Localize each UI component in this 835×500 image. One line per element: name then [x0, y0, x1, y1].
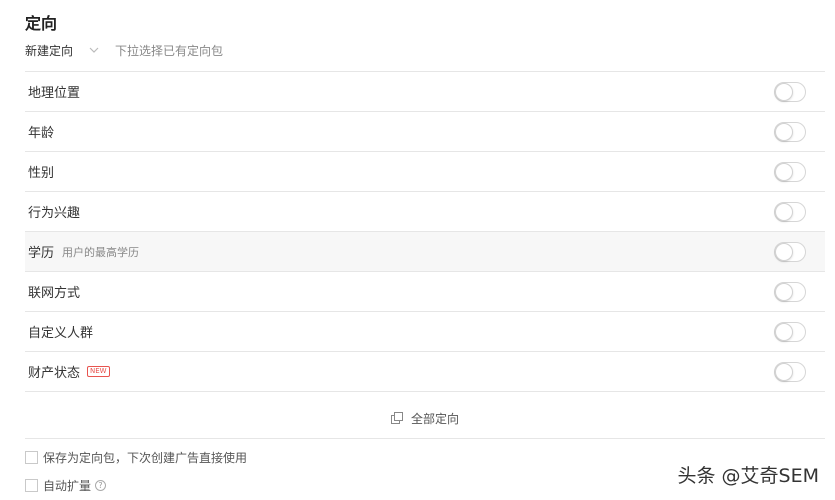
all-targeting-button[interactable]: 全部定向 — [25, 398, 825, 439]
all-targeting-label: 全部定向 — [410, 411, 459, 426]
toggle-knob — [775, 242, 793, 261]
toggle-knob — [775, 122, 793, 141]
targeting-row-property: 财产状态 NEW — [25, 352, 825, 392]
watermark: 头条 @艾奇SEM — [677, 465, 820, 487]
custom-audience-toggle[interactable] — [774, 321, 806, 342]
gender-toggle[interactable] — [774, 161, 806, 182]
targeting-label: 性别 — [28, 166, 55, 181]
targeting-label: 年龄 — [28, 126, 55, 141]
targeting-list: 地理位置 年龄 性别 行为兴趣 学历 用户的最高学历 联网方式 自定义人群 财产… — [25, 71, 825, 392]
targeting-row-network: 联网方式 — [25, 272, 825, 312]
toggle-knob — [775, 82, 793, 101]
help-icon[interactable]: ? — [95, 480, 107, 491]
new-badge: NEW — [87, 366, 110, 377]
targeting-label: 联网方式 — [28, 286, 81, 301]
auto-expand-option: 自动扩量 ? — [25, 477, 107, 494]
copy-icon — [390, 412, 403, 424]
targeting-label: 地理位置 — [28, 86, 81, 101]
package-select-placeholder[interactable]: 下拉选择已有定向包 — [115, 42, 223, 59]
targeting-description: 用户的最高学历 — [62, 245, 140, 259]
section-title: 定向 — [25, 14, 58, 33]
property-toggle[interactable] — [774, 361, 806, 382]
save-package-label: 保存为定向包，下次创建广告直接使用 — [43, 451, 248, 465]
targeting-row-education: 学历 用户的最高学历 — [25, 232, 825, 272]
targeting-label: 财产状态 — [28, 366, 81, 381]
network-toggle[interactable] — [774, 281, 806, 302]
targeting-row-location: 地理位置 — [25, 72, 825, 112]
package-select[interactable]: 新建定向 — [25, 42, 99, 59]
targeting-label: 行为兴趣 — [28, 206, 81, 221]
targeting-label: 学历 — [28, 246, 55, 261]
save-package-checkbox[interactable] — [25, 451, 38, 464]
targeting-row-custom-audience: 自定义人群 — [25, 312, 825, 352]
targeting-package-row: 新建定向 下拉选择已有定向包 — [25, 40, 223, 60]
save-package-option: 保存为定向包，下次创建广告直接使用 — [25, 449, 247, 466]
toggle-knob — [775, 362, 793, 381]
targeting-label: 自定义人群 — [28, 326, 94, 341]
package-select-value: 新建定向 — [25, 43, 74, 58]
targeting-row-interest: 行为兴趣 — [25, 192, 825, 232]
toggle-knob — [775, 202, 793, 221]
education-toggle[interactable] — [774, 241, 806, 262]
location-toggle[interactable] — [774, 81, 806, 102]
toggle-knob — [775, 282, 793, 301]
auto-expand-checkbox[interactable] — [25, 479, 38, 492]
targeting-row-age: 年龄 — [25, 112, 825, 152]
toggle-knob — [775, 162, 793, 181]
auto-expand-label: 自动扩量 — [43, 479, 92, 493]
interest-toggle[interactable] — [774, 201, 806, 222]
chevron-down-icon — [89, 47, 99, 53]
toggle-knob — [775, 322, 793, 341]
targeting-row-gender: 性别 — [25, 152, 825, 192]
age-toggle[interactable] — [774, 121, 806, 142]
